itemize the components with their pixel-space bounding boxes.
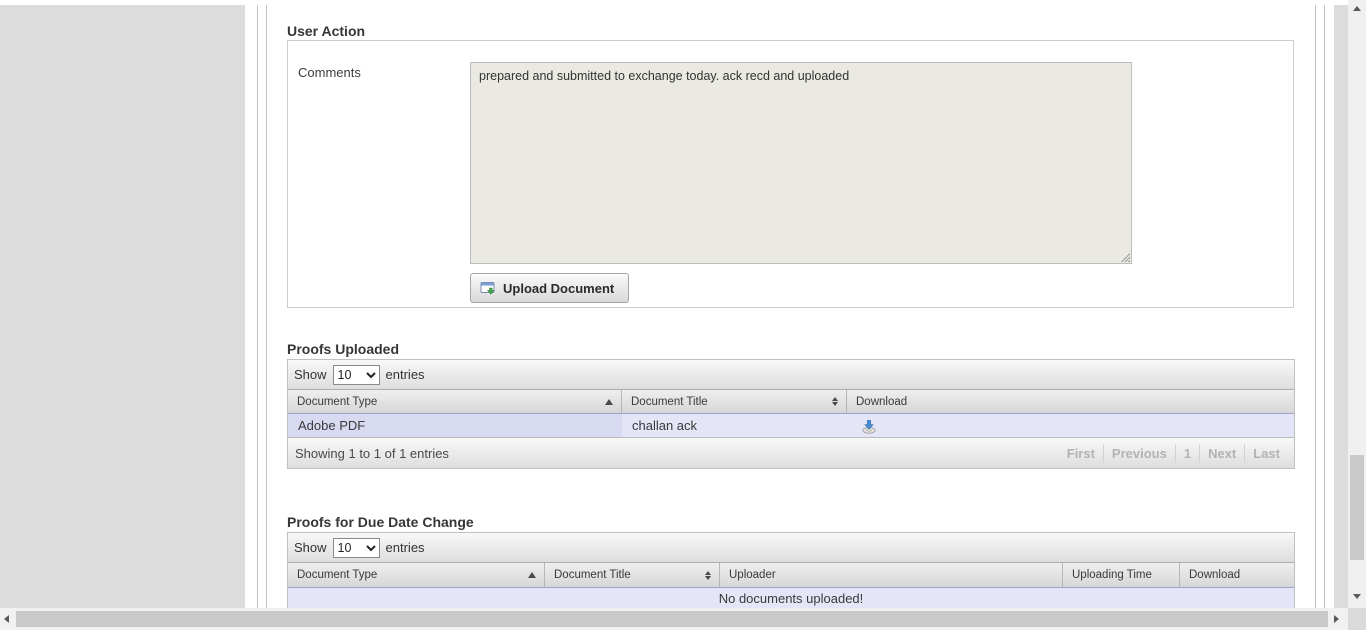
cell-document-type: Adobe PDF: [288, 414, 622, 437]
proofs-uploaded-title: Proofs Uploaded: [287, 341, 400, 357]
entries-label: entries: [385, 367, 425, 382]
entries-label: entries: [385, 540, 425, 555]
column-header-document-title[interactable]: Document Title: [545, 563, 720, 587]
table-header-row: Document Type Document Title Download: [288, 389, 1294, 413]
horizontal-scrollbar[interactable]: [0, 608, 1348, 630]
pagination-page-1[interactable]: 1: [1174, 443, 1199, 463]
table-row: Adobe PDF challan ack: [288, 413, 1294, 437]
table-header-row: Document Type Document Title Uploader Up…: [288, 562, 1294, 587]
horizontal-scrollbar-thumb[interactable]: [16, 611, 1328, 627]
comments-input[interactable]: prepared and submitted to exchange today…: [470, 62, 1132, 264]
show-label: Show: [294, 367, 327, 382]
page-size-select[interactable]: 10: [332, 537, 380, 558]
frame-divider: [266, 5, 267, 608]
pagination-last[interactable]: Last: [1244, 443, 1288, 463]
show-label: Show: [294, 540, 327, 555]
proofs-due-date-title: Proofs for Due Date Change: [287, 514, 474, 530]
table-info: Showing 1 to 1 of 1 entries: [295, 445, 449, 461]
cell-download: [847, 414, 1294, 437]
scrollbar-corner: [1348, 608, 1366, 630]
proofs-uploaded-table: Show 10 entries Document Type Document T…: [287, 359, 1295, 469]
column-header-uploading-time: Uploading Time: [1063, 563, 1180, 587]
sort-ascending-icon: [528, 572, 536, 578]
sort-both-icon: [832, 397, 838, 406]
frame-divider: [1315, 5, 1316, 608]
column-header-download: Download: [1189, 569, 1241, 581]
user-action-title: User Action: [287, 23, 366, 39]
empty-table-row: No documents uploaded!: [288, 587, 1294, 609]
table-footer: Showing 1 to 1 of 1 entries First Previo…: [288, 437, 1294, 468]
vertical-scrollbar[interactable]: [1348, 0, 1366, 608]
scroll-down-icon[interactable]: [1353, 594, 1361, 599]
column-header-uploader: Uploader: [720, 563, 1063, 587]
right-gray-strip: [1334, 5, 1348, 608]
upload-window-icon: [480, 280, 496, 296]
sort-both-icon: [705, 570, 711, 580]
frame-divider: [1324, 5, 1325, 608]
table-length-toolbar: Show 10 entries: [288, 533, 1294, 562]
scroll-left-icon[interactable]: [4, 615, 9, 623]
comments-label: Comments: [298, 65, 361, 80]
pagination-previous[interactable]: Previous: [1102, 443, 1175, 463]
upload-document-button[interactable]: Upload Document: [470, 273, 630, 303]
page-size-select[interactable]: 10: [332, 364, 380, 385]
frame-divider: [257, 5, 258, 608]
scroll-right-icon[interactable]: [1334, 615, 1339, 623]
proofs-due-date-table: Show 10 entries Document Type Document T…: [287, 532, 1295, 610]
pagination: First Previous 1 Next Last: [1059, 443, 1288, 463]
column-header-document-type[interactable]: Document Type: [288, 390, 622, 413]
column-header-download: Download: [856, 395, 908, 408]
empty-message: No documents uploaded!: [718, 591, 864, 606]
upload-button-label: Upload Document: [503, 280, 615, 296]
column-header-document-title[interactable]: Document Title: [622, 390, 847, 413]
left-sidebar-panel: [0, 5, 245, 608]
vertical-scrollbar-thumb[interactable]: [1350, 455, 1364, 560]
comments-field-wrap: prepared and submitted to exchange today…: [470, 62, 1132, 264]
cell-document-title: challan ack: [632, 418, 698, 433]
column-header-document-type[interactable]: Document Type: [288, 563, 545, 587]
pagination-next[interactable]: Next: [1199, 443, 1244, 463]
sort-ascending-icon: [605, 398, 613, 405]
scroll-up-icon[interactable]: [1353, 6, 1361, 11]
table-length-toolbar: Show 10 entries: [288, 360, 1294, 389]
user-action-panel: Comments prepared and submitted to excha…: [287, 40, 1294, 308]
pagination-first[interactable]: First: [1059, 444, 1103, 463]
download-to-disk-icon[interactable]: [861, 418, 877, 434]
